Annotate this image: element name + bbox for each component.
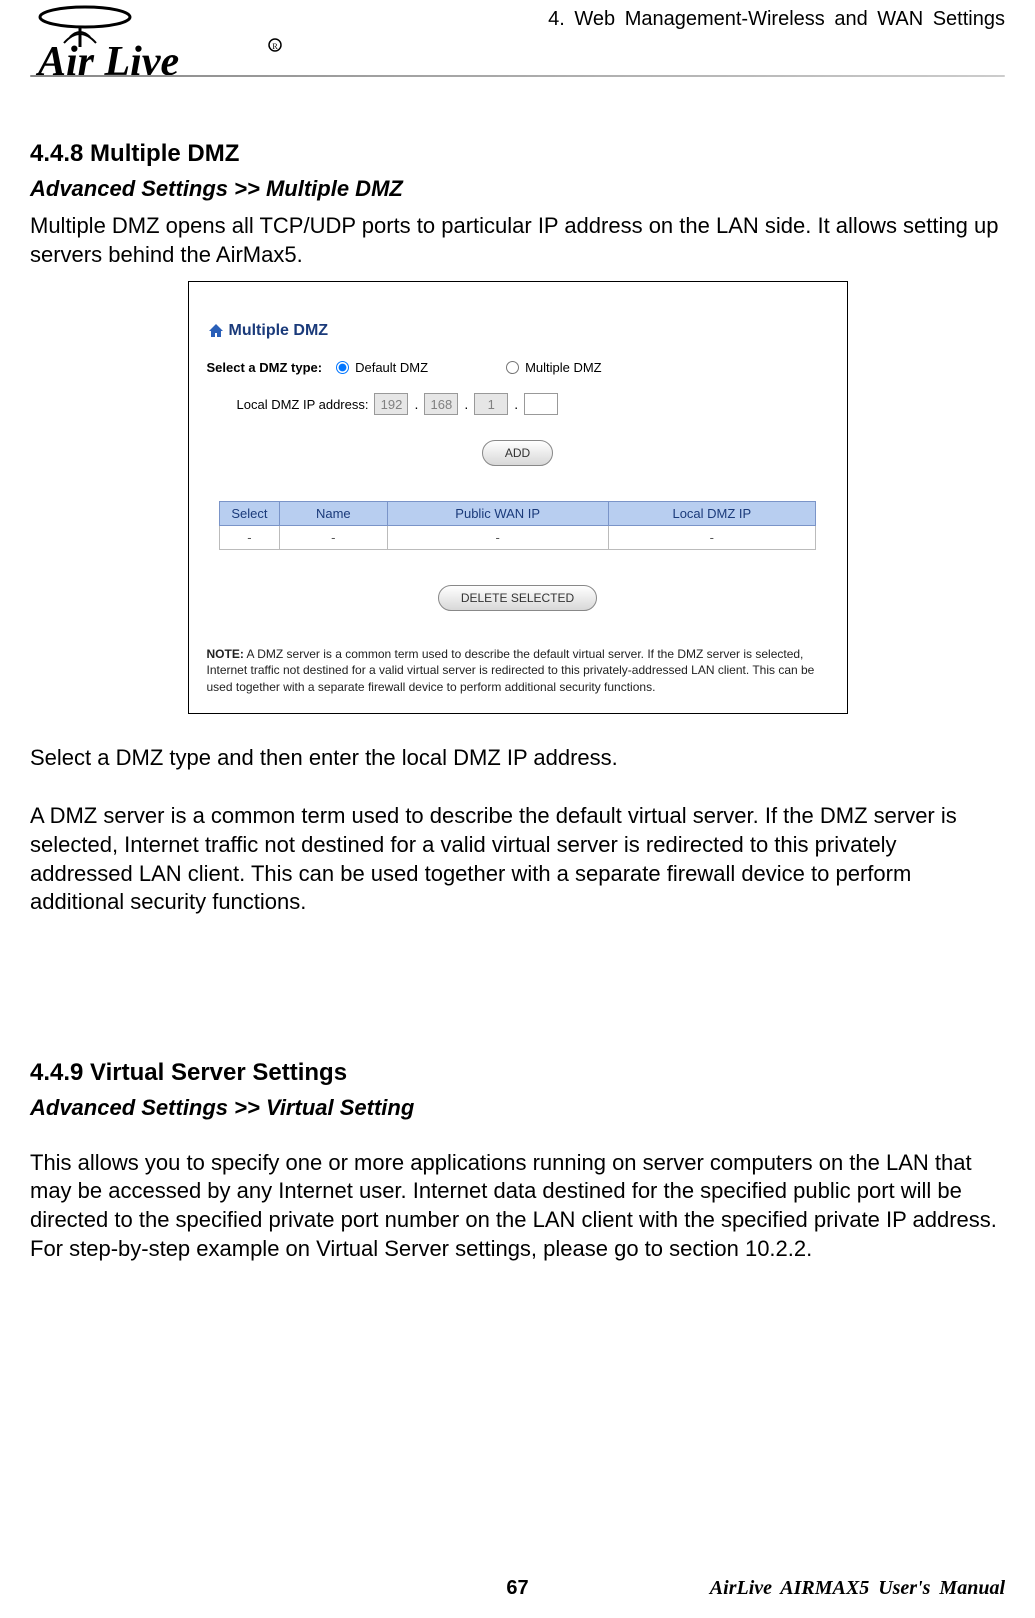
- chapter-title: 4. Web Management-Wireless and WAN Setti…: [548, 8, 1005, 31]
- ip-label: Local DMZ IP address:: [237, 397, 369, 412]
- ip-dot: .: [414, 396, 418, 412]
- followup-text-1: Select a DMZ type and then enter the loc…: [30, 744, 1005, 773]
- add-button-row: ADD: [207, 440, 829, 466]
- page-number: 67: [506, 1577, 528, 1600]
- breadcrumb-vserver: Advanced Settings >> Virtual Setting: [30, 1095, 1005, 1121]
- td-select: -: [219, 526, 279, 550]
- ip-octet-2: 168: [424, 393, 458, 415]
- page-footer: 67 AirLive AIRMAX5 User's Manual: [30, 1577, 1005, 1600]
- section-heading-dmz: 4.4.8 Multiple DMZ: [30, 140, 1005, 168]
- intro-text: Multiple DMZ opens all TCP/UDP ports to …: [30, 212, 1005, 269]
- th-local-ip: Local DMZ IP: [608, 502, 815, 526]
- manual-title: AirLive AIRMAX5 User's Manual: [710, 1577, 1005, 1600]
- td-name: -: [279, 526, 387, 550]
- radio-default-input[interactable]: [336, 361, 349, 374]
- ip-octet-3: 1: [474, 393, 508, 415]
- breadcrumb-dmz: Advanced Settings >> Multiple DMZ: [30, 176, 1005, 202]
- ip-address-row: Local DMZ IP address: 192 . 168 . 1 .: [237, 393, 829, 415]
- dmz-table: Select Name Public WAN IP Local DMZ IP -…: [219, 501, 816, 550]
- brand-logo: Air Live R: [30, 5, 290, 90]
- note-text: A DMZ server is a common term used to de…: [207, 647, 815, 693]
- ip-dot: .: [464, 396, 468, 412]
- radio-multiple-dmz[interactable]: Multiple DMZ: [506, 360, 602, 375]
- table-row: - - - -: [219, 526, 815, 550]
- ip-octet-4[interactable]: [524, 393, 558, 415]
- note-block: NOTE: A DMZ server is a common term used…: [207, 646, 829, 695]
- add-button[interactable]: ADD: [482, 440, 553, 466]
- delete-button-row: DELETE SELECTED: [207, 585, 829, 611]
- followup-text-2: A DMZ server is a common term used to de…: [30, 802, 1005, 916]
- dmz-type-row: Select a DMZ type: Default DMZ Multiple …: [207, 360, 829, 375]
- select-dmz-label: Select a DMZ type:: [207, 360, 323, 375]
- ip-octet-1: 192: [374, 393, 408, 415]
- page-content: 4.4.8 Multiple DMZ Advanced Settings >> …: [0, 100, 1035, 1263]
- svg-text:Air Live: Air Live: [35, 39, 179, 85]
- radio-default-dmz[interactable]: Default DMZ: [336, 360, 428, 375]
- dmz-config-panel: Multiple DMZ Select a DMZ type: Default …: [188, 281, 848, 714]
- note-label: NOTE:: [207, 647, 244, 661]
- svg-text:R: R: [272, 42, 278, 51]
- vserver-body-text: This allows you to specify one or more a…: [30, 1149, 1005, 1263]
- td-wan-ip: -: [387, 526, 608, 550]
- panel-title-row: Multiple DMZ: [207, 322, 829, 340]
- panel-title: Multiple DMZ: [229, 322, 329, 340]
- airlive-logo-svg: Air Live R: [30, 5, 290, 85]
- radio-multiple-input[interactable]: [506, 361, 519, 374]
- ip-dot: .: [514, 396, 518, 412]
- section-heading-vserver: 4.4.9 Virtual Server Settings: [30, 1059, 1005, 1087]
- th-select: Select: [219, 502, 279, 526]
- radio-multiple-label: Multiple DMZ: [525, 360, 602, 375]
- radio-default-label: Default DMZ: [355, 360, 428, 375]
- delete-selected-button[interactable]: DELETE SELECTED: [438, 585, 597, 611]
- th-name: Name: [279, 502, 387, 526]
- td-local-ip: -: [608, 526, 815, 550]
- header-divider: [30, 75, 1005, 77]
- th-wan-ip: Public WAN IP: [387, 502, 608, 526]
- home-icon: [207, 323, 225, 339]
- page-header: Air Live R 4. Web Management-Wireless an…: [0, 0, 1035, 100]
